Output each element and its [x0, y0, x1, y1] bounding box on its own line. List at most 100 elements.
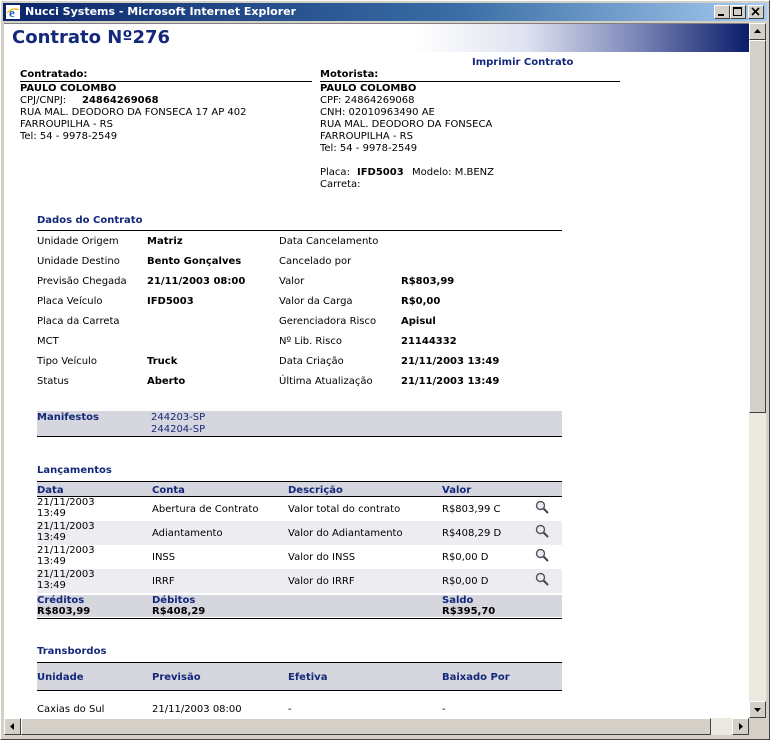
divider: [37, 436, 562, 437]
page-header: Contrato Nº276: [4, 24, 749, 52]
contratado-name: PAULO COLOMBO: [20, 83, 117, 94]
horizontal-scrollbar[interactable]: [4, 718, 749, 735]
magnifier-icon[interactable]: [535, 500, 549, 514]
row-time: 13:49: [37, 532, 66, 543]
dados-label: Nº Lib. Risco: [279, 336, 342, 347]
saldo-label: Saldo: [442, 595, 474, 606]
dados-value: IFD5003: [147, 296, 194, 307]
magnifier-icon[interactable]: [535, 524, 549, 538]
dados-label: MCT: [37, 336, 59, 347]
motorista-carreta: Carreta:: [320, 179, 361, 190]
dados-value: Truck: [147, 356, 178, 367]
vertical-scroll-thumb[interactable]: [749, 40, 766, 413]
dados-label: Tipo Veículo: [37, 356, 97, 367]
dados-label: Valor da Carga: [279, 296, 353, 307]
dados-value: Apisul: [401, 316, 436, 327]
dados-value: 21/11/2003 08:00: [147, 276, 246, 287]
print-contract-link[interactable]: Imprimir Contrato: [472, 57, 573, 68]
dados-value: 21144332: [401, 336, 457, 347]
window-title: Nucci Systems - Microsoft Internet Explo…: [25, 5, 297, 18]
contratado-city: FARROUPILHA - RS: [20, 119, 113, 130]
horizontal-scroll-thumb[interactable]: [21, 718, 711, 735]
dados-label: Cancelado por: [279, 256, 352, 267]
row-valor: R$0,00 D: [442, 576, 489, 587]
dados-value: R$803,99: [401, 276, 455, 287]
divider: [37, 618, 562, 619]
maximize-button[interactable]: [730, 5, 746, 19]
divider: [20, 81, 312, 82]
scroll-down-button[interactable]: [749, 701, 766, 718]
dados-label: Valor: [279, 276, 305, 287]
maximize-icon: [733, 7, 742, 16]
contratado-cpj-value: 24864269068: [82, 95, 159, 106]
dados-value: R$0,00: [401, 296, 441, 307]
motorista-name: PAULO COLOMBO: [320, 83, 417, 94]
row-time: 13:49: [37, 580, 66, 591]
minimize-button[interactable]: [714, 5, 730, 19]
title-bar[interactable]: e Nucci Systems - Microsoft Internet Exp…: [3, 3, 767, 21]
dados-label: Data Cancelamento: [279, 236, 379, 247]
row-descricao: Valor do Adiantamento: [288, 528, 403, 539]
manifesto-link[interactable]: 244204-SP: [151, 424, 205, 435]
svg-text:e: e: [9, 5, 15, 19]
col-header-baixado: Baixado Por: [442, 672, 510, 683]
divider: [37, 496, 562, 497]
dados-label: Previsão Chegada: [37, 276, 127, 287]
dados-label: Última Atualização: [279, 376, 373, 387]
magnifier-icon[interactable]: [535, 548, 549, 562]
scrollbar-corner: [749, 718, 766, 735]
row-descricao: Valor total do contrato: [288, 504, 401, 515]
contratado-heading: Contratado:: [20, 69, 88, 80]
motorista-cpf: CPF: 24864269068: [320, 95, 415, 106]
row-valor: R$408,29 D: [442, 528, 502, 539]
row-date: 21/11/2003: [37, 521, 95, 532]
browser-window: e Nucci Systems - Microsoft Internet Exp…: [0, 0, 770, 740]
dados-label: Unidade Destino: [37, 256, 120, 267]
page-content: Contrato Nº276 Imprimir Contrato Contrat…: [4, 23, 749, 719]
lancamentos-heading: Lançamentos: [37, 465, 112, 476]
row-time: 13:49: [37, 556, 66, 567]
row-date: 21/11/2003: [37, 545, 95, 556]
dados-label: Data Criação: [279, 356, 344, 367]
col-header-unidade: Unidade: [37, 672, 84, 683]
debitos-value: R$408,29: [152, 606, 206, 617]
motorista-placa-value: IFD5003: [357, 167, 404, 178]
motorista-city: FARROUPILHA - RS: [320, 131, 413, 142]
scroll-up-button[interactable]: [749, 23, 766, 40]
transbordo-efetiva: -: [288, 704, 292, 715]
row-conta: IRRF: [152, 576, 175, 587]
transbordo-baixado: -: [442, 704, 446, 715]
dados-label: Unidade Origem: [37, 236, 119, 247]
dados-label: Placa da Carreta: [37, 316, 120, 327]
transbordo-unidade: Caxias do Sul: [37, 704, 105, 715]
dados-heading: Dados do Contrato: [37, 215, 143, 226]
row-conta: Abertura de Contrato: [152, 504, 259, 515]
arrow-right-icon: [739, 723, 743, 730]
scroll-left-button[interactable]: [4, 718, 21, 735]
motorista-modelo: Modelo: M.BENZ: [412, 167, 495, 178]
manifesto-link[interactable]: 244203-SP: [151, 412, 205, 423]
dados-label: Gerenciadora Risco: [279, 316, 377, 327]
dados-label: Placa Veículo: [37, 296, 103, 307]
col-header-valor: Valor: [442, 485, 472, 496]
transbordo-previsao: 21/11/2003 08:00: [152, 704, 242, 715]
row-valor: R$803,99 C: [442, 504, 501, 515]
col-header-descricao: Descrição: [288, 485, 343, 496]
col-header-previsao: Previsão: [152, 672, 201, 683]
row-date: 21/11/2003: [37, 569, 95, 580]
row-conta: INSS: [152, 552, 176, 563]
close-button[interactable]: [748, 5, 764, 19]
col-header-efetiva: Efetiva: [288, 672, 328, 683]
row-conta: Adiantamento: [152, 528, 223, 539]
vertical-scrollbar[interactable]: [749, 23, 766, 718]
arrow-left-icon: [10, 723, 14, 730]
magnifier-icon[interactable]: [535, 572, 549, 586]
dados-value: 21/11/2003 13:49: [401, 376, 500, 387]
page-title: Contrato Nº276: [12, 27, 171, 48]
debitos-label: Débitos: [152, 595, 196, 606]
scroll-right-button[interactable]: [732, 718, 749, 735]
divider: [37, 690, 562, 691]
col-header-conta: Conta: [152, 485, 185, 496]
transbordos-heading: Transbordos: [37, 646, 107, 657]
manifestos-band: [37, 411, 562, 436]
